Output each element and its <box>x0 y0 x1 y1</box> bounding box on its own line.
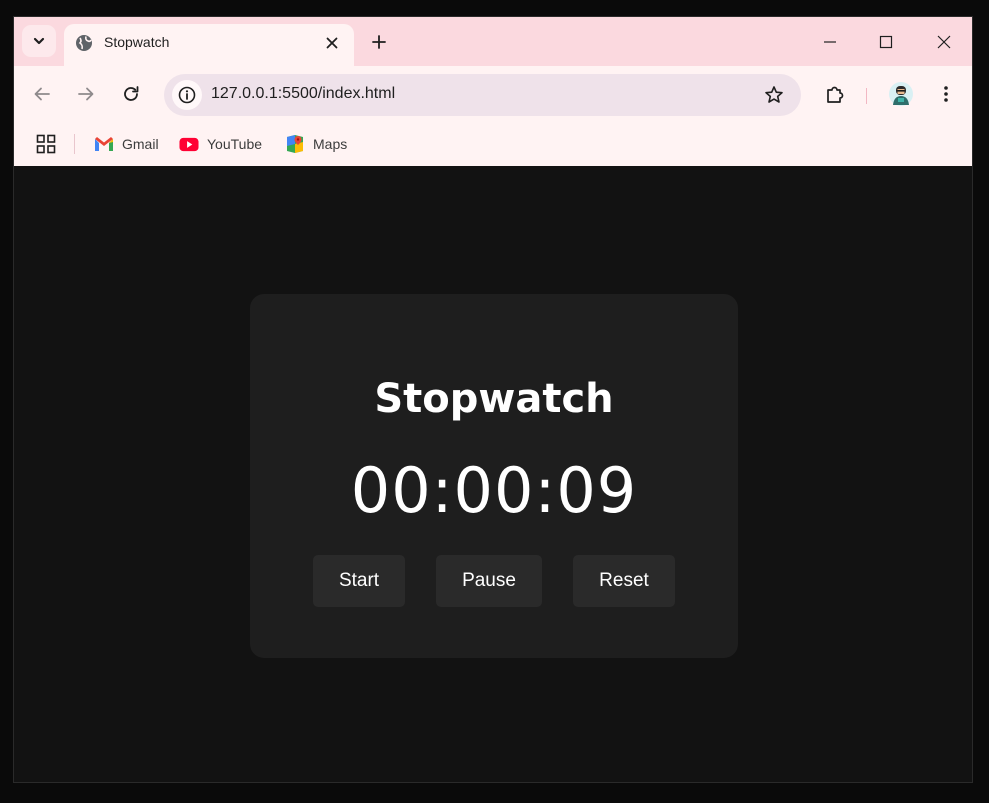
bookmarks-bar: Gmail YouTube Maps <box>14 122 972 166</box>
gmail-icon <box>94 134 114 154</box>
menu-button[interactable] <box>932 80 960 108</box>
back-button[interactable] <box>28 80 56 108</box>
bookmark-label: YouTube <box>207 136 263 152</box>
globe-icon <box>76 35 92 51</box>
forward-button[interactable] <box>72 80 100 108</box>
apps-grid-icon[interactable] <box>36 134 56 154</box>
site-info-button[interactable] <box>172 80 202 110</box>
page-viewport: Stopwatch 00:00:09 Start Pause Reset <box>14 166 972 782</box>
bookmark-label: Maps <box>313 136 348 152</box>
arrow-right-icon <box>78 87 94 101</box>
tab-stopwatch[interactable]: Stopwatch <box>64 24 354 66</box>
stopwatch-card: Stopwatch 00:00:09 Start Pause Reset <box>250 294 738 658</box>
extensions-button[interactable] <box>822 80 850 108</box>
bookmarks-divider <box>74 134 75 154</box>
tab-title: Stopwatch <box>104 34 170 50</box>
arrow-left-icon <box>34 87 50 101</box>
time-display: 00:00:09 <box>350 454 638 527</box>
close-tab-button[interactable] <box>322 33 342 53</box>
pause-button[interactable]: Pause <box>436 555 542 607</box>
bookmark-label: Gmail <box>122 136 159 152</box>
close-icon <box>326 37 338 49</box>
star-icon <box>765 86 783 103</box>
close-window-button[interactable] <box>931 29 957 55</box>
reload-icon <box>124 86 139 101</box>
toolbar-divider <box>866 88 867 104</box>
profile-button[interactable] <box>887 80 915 108</box>
page-title: Stopwatch <box>374 376 614 422</box>
new-tab-button[interactable] <box>366 29 392 55</box>
tab-search-button[interactable] <box>22 25 56 57</box>
bookmark-maps[interactable]: Maps <box>285 132 347 156</box>
maximize-button[interactable] <box>873 29 899 55</box>
minimize-button[interactable] <box>817 29 843 55</box>
more-vert-icon <box>944 86 948 102</box>
reset-button[interactable]: Reset <box>573 555 675 607</box>
avatar-icon <box>889 82 913 106</box>
youtube-icon <box>179 134 199 154</box>
bookmark-star-button[interactable] <box>763 84 785 106</box>
url-text: 127.0.0.1:5500/index.html <box>211 85 396 102</box>
start-button[interactable]: Start <box>313 555 405 607</box>
bookmark-gmail[interactable]: Gmail <box>94 132 159 156</box>
puzzle-icon <box>827 86 844 103</box>
close-icon <box>937 35 951 49</box>
maximize-icon <box>879 35 893 49</box>
plus-icon <box>372 35 386 49</box>
address-bar[interactable]: 127.0.0.1:5500/index.html <box>164 74 801 116</box>
tab-strip: Stopwatch <box>14 17 972 66</box>
browser-window: Stopwatch 127.0.0.1:5500/index.html Gmai… <box>13 16 973 783</box>
browser-toolbar: 127.0.0.1:5500/index.html <box>14 66 972 122</box>
bookmark-youtube[interactable]: YouTube <box>179 132 262 156</box>
info-icon <box>178 86 196 104</box>
reload-button[interactable] <box>117 80 145 108</box>
chevron-down-icon <box>33 37 45 45</box>
minimize-icon <box>824 41 836 43</box>
maps-icon <box>285 134 305 154</box>
